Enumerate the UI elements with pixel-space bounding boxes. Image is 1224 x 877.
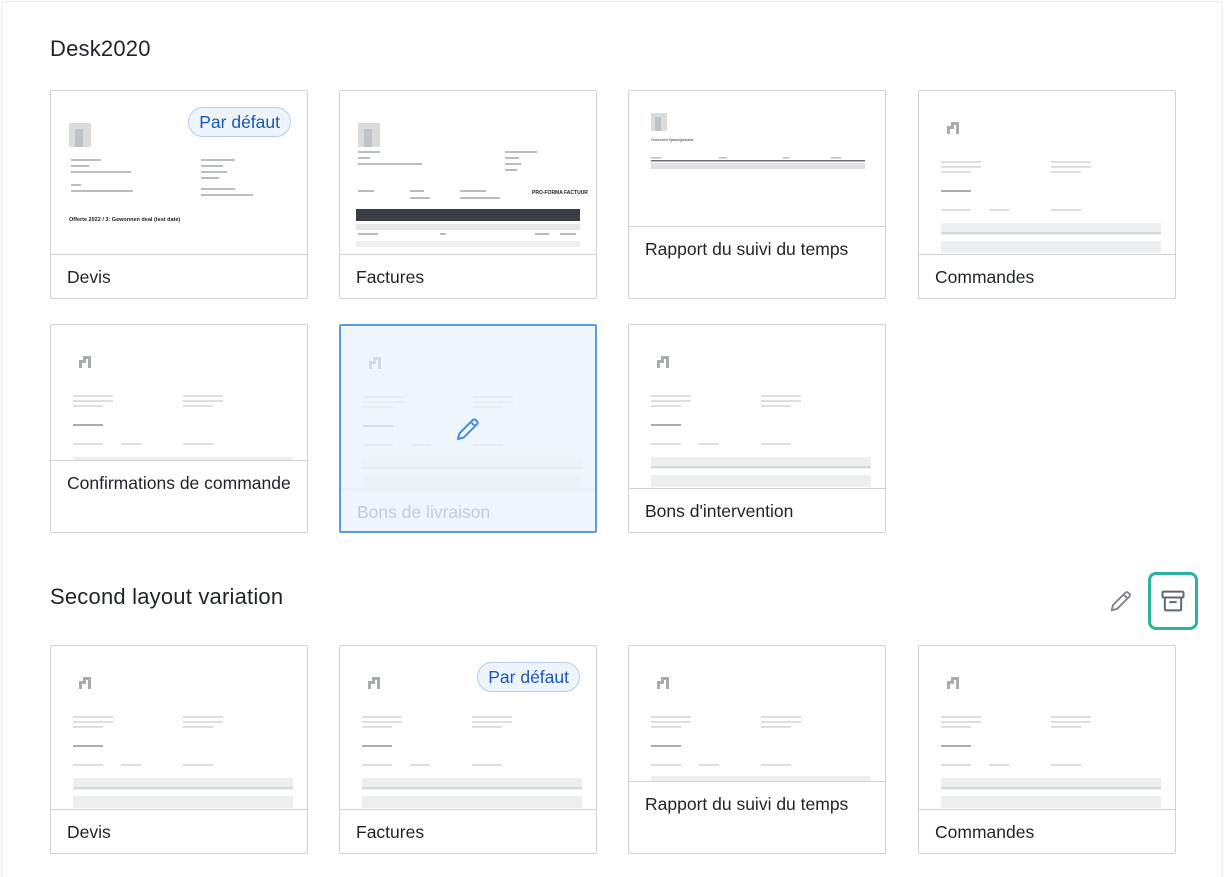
card-label: Rapport du suivi du temps xyxy=(645,794,849,814)
pencil-icon xyxy=(1110,591,1131,612)
card-preview xyxy=(629,325,885,489)
card-label: Devis xyxy=(67,822,111,842)
card-label: Commandes xyxy=(935,822,1035,842)
logo-placeholder-icon xyxy=(79,356,91,368)
devis-doc-heading: Offerte 2022 / 3: Gewonnen deal (test da… xyxy=(69,217,180,223)
layout-card-factures-2[interactable]: Par défaut Factures xyxy=(339,645,597,854)
card-label: Bons d'intervention xyxy=(645,501,794,521)
logo-placeholder-icon xyxy=(79,677,91,689)
archive-icon xyxy=(1161,590,1185,612)
archive-layout-button[interactable] xyxy=(1148,572,1198,630)
layout-card-confirmations[interactable]: Confirmations de commande xyxy=(50,324,308,533)
section-title-second-layout: Second layout variation xyxy=(50,584,284,609)
logo-placeholder-icon xyxy=(947,122,959,134)
logo-placeholder-icon xyxy=(657,356,669,368)
section-actions xyxy=(1088,572,1198,630)
layout-card-commandes-2[interactable]: Commandes xyxy=(918,645,1176,854)
card-label: Bons de livraison xyxy=(357,502,491,522)
logo-placeholder-icon xyxy=(657,677,669,689)
section-title-desk2020: Desk2020 xyxy=(50,36,151,61)
logo-placeholder-icon xyxy=(368,677,380,689)
card-label: Confirmations de commande xyxy=(67,473,291,493)
card-preview: Overzicht tijdsregistratie xyxy=(629,91,885,227)
edit-layout-button[interactable] xyxy=(1096,572,1146,630)
layout-card-rapport-2[interactable]: Rapport du suivi du temps xyxy=(628,645,886,854)
document-preview-factures: PRO-FORMA FACTUUR xyxy=(356,123,588,247)
layout-card-devis[interactable]: Offerte 2022 / 3: Gewonnen deal (test da… xyxy=(50,90,308,299)
layout-card-bons-de-livraison[interactable]: Bons de livraison xyxy=(339,324,597,533)
layout-card-commandes[interactable]: Commandes xyxy=(918,90,1176,299)
layout-card-rapport[interactable]: Overzicht tijdsregistratie Rapport du su… xyxy=(628,90,886,299)
logo-placeholder-icon xyxy=(947,677,959,689)
card-preview xyxy=(51,325,307,461)
card-preview xyxy=(341,326,595,490)
default-badge: Par défaut xyxy=(477,662,580,692)
rapport-doc-heading: Overzicht tijdsregistratie xyxy=(651,137,694,142)
card-preview xyxy=(919,646,1175,810)
document-preview-rapport: Overzicht tijdsregistratie xyxy=(651,113,865,169)
card-label: Commandes xyxy=(935,267,1035,287)
card-preview xyxy=(51,646,307,810)
card-preview xyxy=(919,91,1175,255)
pencil-icon[interactable] xyxy=(453,414,483,444)
card-label: Devis xyxy=(67,267,111,287)
layout-card-devis-2[interactable]: Devis xyxy=(50,645,308,854)
card-preview xyxy=(629,646,885,782)
layout-card-factures[interactable]: PRO-FORMA FACTUUR Factures xyxy=(339,90,597,299)
card-label: Factures xyxy=(356,822,425,842)
factures-doc-heading: PRO-FORMA FACTUUR xyxy=(532,190,588,196)
default-badge: Par défaut xyxy=(188,107,291,137)
layout-card-bons-d-intervention[interactable]: Bons d'intervention xyxy=(628,324,886,533)
card-label: Rapport du suivi du temps xyxy=(645,239,849,259)
card-label: Factures xyxy=(356,267,425,287)
card-preview: PRO-FORMA FACTUUR xyxy=(340,91,596,255)
logo-placeholder-icon xyxy=(369,357,381,369)
